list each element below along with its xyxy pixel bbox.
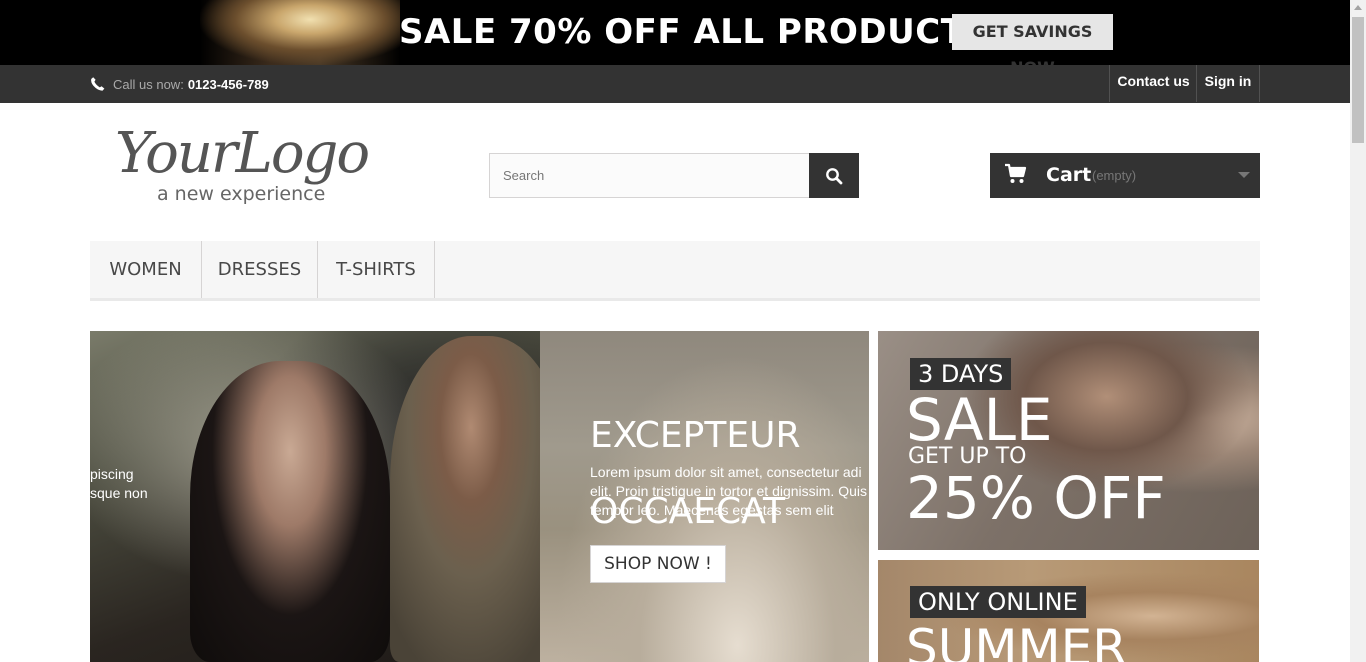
logo-tagline: a new experience [157,183,326,205]
page-scrollbar[interactable] [1350,0,1366,662]
contact-us-link[interactable]: Contact us [1109,65,1197,102]
call-us-label: Call us now: [113,76,184,92]
site-logo[interactable]: YourLogo a new experience [115,121,405,215]
promo-banner[interactable]: SALE 70% OFF ALL PRODUCTS GET SAVINGS NO… [0,0,1350,65]
menu-item-women[interactable]: WOMEN [90,241,202,298]
slide-caption-panel: EXCEPTEUR OCCAECAT Lorem ipsum dolor sit… [540,331,869,662]
get-savings-button[interactable]: GET SAVINGS NOW [952,14,1113,65]
model-woman-image [190,361,390,662]
phone-info: Call us now: 0123-456-789 [90,73,269,95]
menu-item-dresses[interactable]: DRESSES [202,241,318,298]
homepage-slider[interactable]: piscing sque non EXCEPTEUR OCCAECAT Lore… [90,331,869,662]
cart-status: (empty) [1092,168,1137,183]
slide-image-couple: piscing sque non [90,331,570,662]
logo-title: YourLogo [115,121,370,186]
search-box [489,153,859,198]
top-nav-bar: Call us now: 0123-456-789 Contact us Sig… [0,65,1350,103]
scrollbar-thumb[interactable] [1352,17,1364,143]
sign-in-link[interactable]: Sign in [1196,65,1260,102]
banner-headline: SALE [906,386,1053,454]
promo-headline: SALE 70% OFF ALL PRODUCTS [399,12,990,52]
cart-icon [1005,163,1027,183]
banner-offer: 25% OFF [906,464,1166,532]
main-menu: WOMEN DRESSES T-SHIRTS [90,241,1260,301]
search-input[interactable] [490,154,810,197]
phone-icon [91,77,105,91]
slide-description: Lorem ipsum dolor sit amet, consectetur … [590,464,867,518]
promo-model-image [200,0,400,65]
scroll-up-arrow-icon[interactable] [1354,5,1362,10]
caret-down-icon [1238,172,1250,178]
phone-number: 0123-456-789 [187,76,269,92]
summer-banner[interactable]: ONLY ONLINE SUMMER [878,560,1259,662]
search-icon [826,167,843,184]
cart-label: Cart [1046,164,1092,186]
previous-slide-text: piscing sque non [90,466,148,501]
menu-item-t-shirts[interactable]: T-SHIRTS [318,241,435,298]
banner-tag: ONLY ONLINE [910,586,1086,618]
banner-headline: SUMMER [906,619,1127,662]
cart-button[interactable]: Cart (empty) [990,153,1260,198]
shop-now-button[interactable]: SHOP NOW ! [590,545,726,583]
sale-banner[interactable]: 3 DAYS SALE GET UP TO 25% OFF [878,331,1259,550]
page: SALE 70% OFF ALL PRODUCTS GET SAVINGS NO… [0,0,1366,662]
search-button[interactable] [809,153,859,198]
